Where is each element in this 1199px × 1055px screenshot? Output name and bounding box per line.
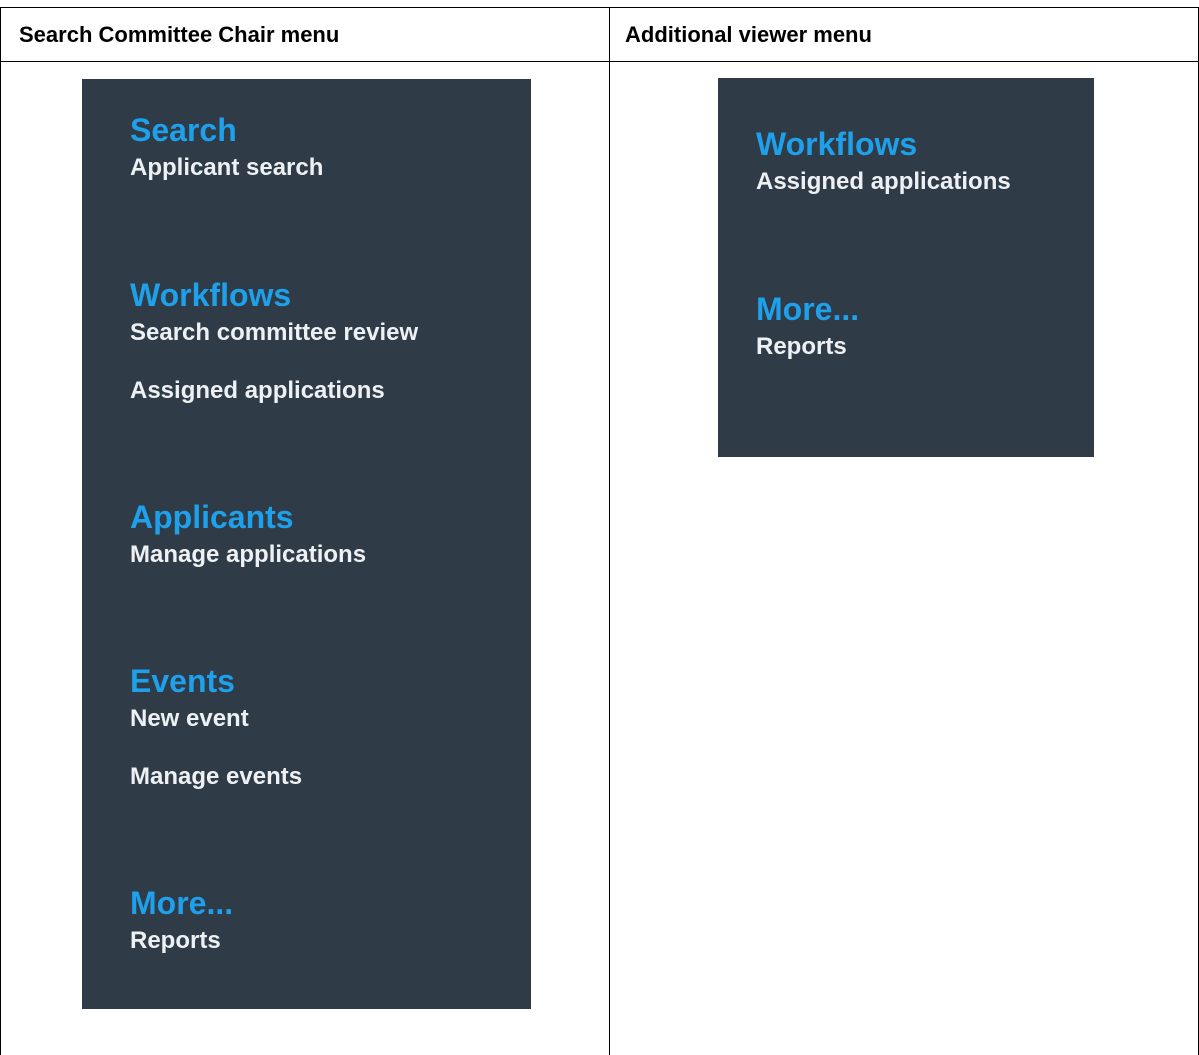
section-title-events: Events <box>130 663 235 699</box>
chair-menu-header: Search Committee Chair menu <box>19 21 340 47</box>
menu-item-manage-events[interactable]: Manage events <box>130 762 521 792</box>
menu-item-search-committee-review[interactable]: Search committee review <box>130 318 521 348</box>
menu-section-workflows: Workflows Search committee review Assign… <box>130 275 521 406</box>
menu-section-search: Search Applicant search <box>130 110 521 183</box>
column-divider <box>609 8 610 1055</box>
viewer-menu-header: Additional viewer menu <box>625 21 872 47</box>
menu-item-applicant-search[interactable]: Applicant search <box>130 153 521 183</box>
viewer-section-title-more: More... <box>756 291 860 327</box>
menu-section-more: More... Reports <box>130 883 521 956</box>
viewer-menu-item-reports[interactable]: Reports <box>756 332 1084 362</box>
viewer-section-workflows: Workflows Assigned applications <box>756 124 1084 197</box>
section-title-more: More... <box>130 885 234 921</box>
menu-item-manage-applications[interactable]: Manage applications <box>130 540 521 570</box>
section-title-search: Search <box>130 112 237 148</box>
menu-section-applicants: Applicants Manage applications <box>130 497 521 570</box>
menu-item-new-event[interactable]: New event <box>130 704 521 734</box>
viewer-nav-menu: Workflows Assigned applications More... … <box>718 78 1094 457</box>
chair-nav-menu: Search Applicant search Workflows Search… <box>82 79 531 1009</box>
menu-item-reports[interactable]: Reports <box>130 926 521 956</box>
menu-section-events: Events New event Manage events <box>130 661 521 792</box>
section-title-workflows: Workflows <box>130 277 292 313</box>
menu-item-assigned-applications[interactable]: Assigned applications <box>130 376 521 406</box>
section-title-applicants: Applicants <box>130 499 294 535</box>
viewer-section-more: More... Reports <box>756 289 1084 362</box>
header-row-divider <box>1 61 1198 62</box>
viewer-menu-item-assigned-applications[interactable]: Assigned applications <box>756 167 1084 197</box>
viewer-section-title-workflows: Workflows <box>756 126 918 162</box>
